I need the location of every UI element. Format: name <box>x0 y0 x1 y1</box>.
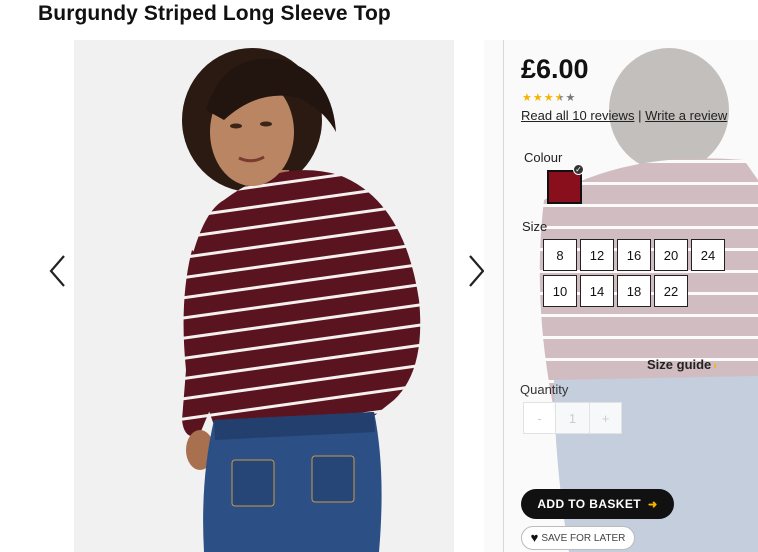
size-option[interactable]: 10 <box>543 275 577 307</box>
size-option[interactable]: 14 <box>580 275 614 307</box>
save-for-later-label: SAVE FOR LATER <box>541 532 626 544</box>
rating-stars: ★ ★ ★ ★ ★ <box>522 93 575 104</box>
size-option[interactable]: 8 <box>543 239 577 271</box>
quantity-input[interactable]: 1 <box>556 402 589 434</box>
colour-label: Colour <box>524 150 563 165</box>
panel-divider <box>503 40 504 552</box>
heart-icon: ♥ <box>530 530 539 545</box>
arrow-right-icon: › <box>713 360 717 372</box>
product-price: £6.00 <box>521 54 589 84</box>
star-empty-icon: ★ <box>565 92 576 104</box>
size-option[interactable]: 18 <box>617 275 651 307</box>
size-option[interactable]: 22 <box>654 275 688 307</box>
size-option[interactable]: 24 <box>691 239 725 271</box>
check-icon: ✓ <box>573 164 584 175</box>
quantity-increase-button[interactable]: + <box>589 402 622 434</box>
size-label: Size <box>522 219 548 234</box>
previous-image-button[interactable] <box>46 252 70 290</box>
size-options: 8 12 16 20 24 10 14 18 22 <box>543 239 728 307</box>
size-option[interactable]: 12 <box>580 239 614 271</box>
size-guide-label: Size guide <box>647 357 712 372</box>
save-for-later-button[interactable]: ♥ SAVE FOR LATER <box>521 526 635 550</box>
add-to-basket-label: ADD TO BASKET <box>537 497 642 511</box>
star-half-icon: ★ <box>554 92 565 104</box>
size-option[interactable]: 16 <box>617 239 651 271</box>
quantity-stepper: - 1 + <box>523 402 622 434</box>
read-reviews-link[interactable]: Read all 10 reviews <box>521 108 634 123</box>
colour-swatch-burgundy[interactable] <box>547 170 582 204</box>
add-to-basket-button[interactable]: ADD TO BASKET ➜ <box>521 489 674 519</box>
size-option[interactable]: 20 <box>654 239 688 271</box>
product-title: Burgundy Striped Long Sleeve Top <box>38 2 391 25</box>
reviews-separator: | <box>638 108 642 123</box>
reviews-links: Read all 10 reviews | Write a review <box>521 108 727 123</box>
star-full-icon: ★ <box>532 92 543 104</box>
quantity-decrease-button[interactable]: - <box>523 402 556 434</box>
star-full-icon: ★ <box>522 92 532 104</box>
chevron-left-icon <box>46 252 70 290</box>
star-full-icon: ★ <box>543 92 554 104</box>
size-guide-link[interactable]: Size guide › <box>647 357 717 372</box>
product-main-image <box>74 40 454 552</box>
arrow-right-icon: ➜ <box>648 498 658 511</box>
quantity-label: Quantity <box>520 382 569 397</box>
write-review-link[interactable]: Write a review <box>645 108 727 123</box>
